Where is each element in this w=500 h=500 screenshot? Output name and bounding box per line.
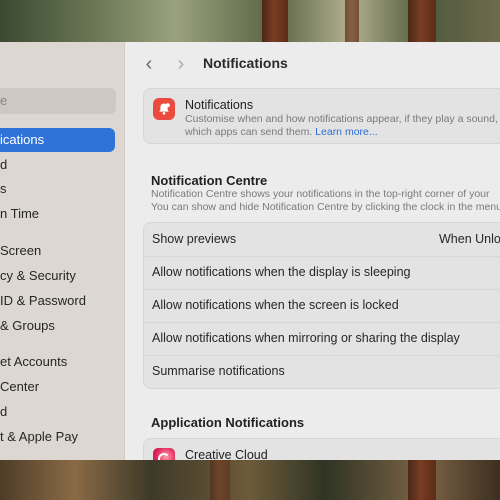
show-previews-popup[interactable]: When Unloc [439, 223, 500, 256]
application-notifications-heading: Application Notifications [151, 415, 305, 430]
summarise-notifications-row[interactable]: Summarise notifications [144, 355, 500, 388]
chevron-left-icon: ‹ [145, 53, 153, 75]
intro-description: Customise when and how notifications app… [185, 113, 498, 139]
tree-trunk [408, 460, 436, 500]
sidebar-item-wallet-apple-pay[interactable]: t & Apple Pay [0, 425, 115, 449]
tree-trunk [262, 0, 288, 42]
allow-display-sleeping-row[interactable]: Allow notifications when the display is … [144, 256, 500, 290]
sidebar-item-focus[interactable]: s [0, 177, 115, 201]
page-title: Notifications [203, 55, 288, 71]
sidebar-item-users-groups[interactable]: & Groups [0, 314, 115, 338]
centre-desc-line2: You can show and hide Notification Centr… [151, 201, 500, 213]
allow-mirroring-row[interactable]: Allow notifications when mirroring or sh… [144, 322, 500, 356]
settings-window: e ications d s n Time Screen cy & Securi… [0, 42, 500, 460]
intro-desc-line2: which apps can send them. Learn more... [185, 126, 498, 139]
tree-trunk [408, 0, 436, 42]
intro-desc-line1: Customise when and how notifications app… [185, 113, 498, 125]
tree-trunk [210, 460, 230, 500]
sidebar-item-game-center[interactable]: Center [0, 375, 115, 399]
learn-more-link[interactable]: Learn more... [315, 126, 377, 138]
allow-display-sleeping-label: Allow notifications when the display is … [152, 265, 411, 279]
notification-centre-description: Notification Centre shows your notificat… [151, 188, 500, 214]
allow-mirroring-label: Allow notifications when mirroring or sh… [152, 331, 460, 345]
notification-centre-heading: Notification Centre [151, 173, 268, 188]
sidebar-item-sound[interactable]: d [0, 153, 115, 177]
allow-screen-locked-row[interactable]: Allow notifications when the screen is l… [144, 289, 500, 323]
main-pane: ‹ › Notifications Notifications Customis… [125, 42, 500, 460]
search-field[interactable]: e [0, 88, 116, 114]
sidebar-item-internet-accounts[interactable]: et Accounts [0, 350, 115, 374]
sidebar-item-touch-id-password[interactable]: ID & Password [0, 289, 115, 313]
show-previews-label: Show previews [152, 232, 237, 246]
back-button[interactable]: ‹ [139, 52, 159, 76]
sidebar: e ications d s n Time Screen cy & Securi… [0, 42, 125, 460]
sidebar-item-lock-screen[interactable]: Screen [0, 239, 115, 263]
notifications-intro-card: Notifications Customise when and how not… [143, 88, 500, 144]
forward-button[interactable]: › [171, 52, 191, 76]
chevron-right-icon: › [177, 53, 185, 75]
sidebar-item-privacy-security[interactable]: cy & Security [0, 264, 115, 288]
search-placeholder: e [0, 93, 8, 108]
creative-cloud-icon [153, 448, 175, 460]
app-item-creative-cloud[interactable]: Creative Cloud [185, 448, 268, 460]
summarise-notifications-label: Summarise notifications [152, 364, 285, 378]
show-previews-row[interactable]: Show previews When Unloc [144, 223, 500, 257]
sidebar-item-screen-time[interactable]: n Time [0, 202, 115, 226]
sidebar-item-notifications[interactable]: ications [0, 128, 115, 152]
notification-centre-settings-card: Show previews When Unloc Allow notificat… [143, 222, 500, 389]
intro-desc-text: which apps can send them. [185, 126, 313, 138]
centre-desc-line1: Notification Centre shows your notificat… [151, 188, 490, 200]
bell-badge-icon [153, 98, 175, 120]
sidebar-item-icloud[interactable]: d [0, 400, 115, 424]
allow-screen-locked-label: Allow notifications when the screen is l… [152, 298, 399, 312]
app-list-card: Creative Cloud [143, 438, 500, 460]
tree-trunk [345, 0, 359, 42]
intro-title: Notifications [185, 98, 254, 112]
